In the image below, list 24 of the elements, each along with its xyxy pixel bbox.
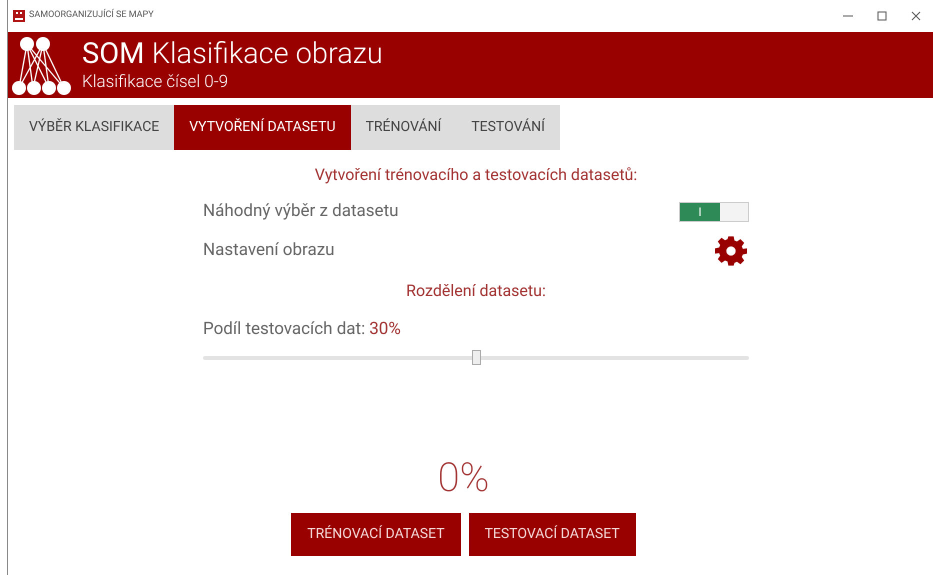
network-logo-icon: [11, 34, 73, 96]
share-value: 30%: [369, 318, 401, 340]
section-title: Vytvoření trénovacího a testovacích datasetů:: [314, 164, 638, 186]
tab[interactable]: TRÉNOVÁNÍ: [350, 105, 456, 150]
app-icon: [13, 10, 25, 22]
split-title: Rozdělení datasetu:: [406, 280, 546, 302]
app-subtitle: Klasifikace čísel 0-9: [82, 71, 230, 93]
dataset-button[interactable]: TESTOVACÍ DATASET: [468, 513, 636, 556]
slider-thumb[interactable]: [472, 350, 481, 365]
dataset-button[interactable]: TRÉNOVACÍ DATASET: [291, 513, 461, 556]
progress-percent: 0%: [438, 455, 490, 501]
maximize-icon: [877, 11, 887, 21]
tab[interactable]: VÝBĚR KLASIFIKACE: [14, 105, 174, 150]
window-title: SAMOORGANIZUJÍCÍ SE MAPY: [29, 9, 154, 22]
tab[interactable]: VYTVOŘENÍ DATASETU: [174, 105, 351, 150]
app-title-bold: SOM: [82, 37, 144, 71]
setting-label: Nastavení obrazu: [203, 238, 335, 262]
settings-icon[interactable]: [715, 234, 747, 266]
toggle-switch[interactable]: I: [679, 202, 749, 222]
close-icon: [911, 11, 921, 21]
setting-label: Náhodný výběr z datasetu: [203, 200, 398, 223]
tab[interactable]: TESTOVÁNÍ: [456, 105, 560, 150]
share-label: Podíl testovacích dat:: [203, 318, 366, 340]
app-title: Klasifikace obrazu: [152, 37, 383, 71]
